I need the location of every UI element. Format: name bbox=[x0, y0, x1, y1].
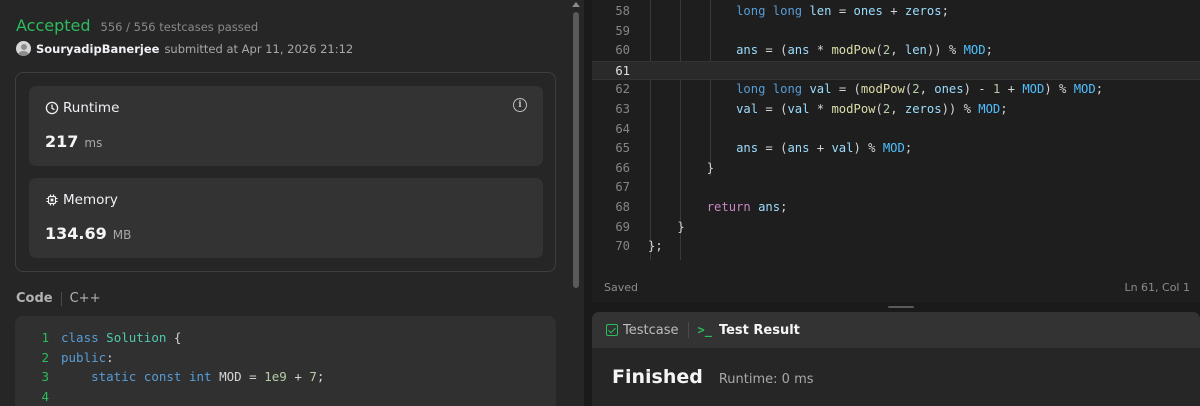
line-number: 2 bbox=[41, 349, 49, 365]
editor-line[interactable]: 66 } bbox=[592, 159, 1200, 179]
submission-panel: Accepted 556 / 556 testcases passed Sour… bbox=[0, 0, 584, 406]
tab-test-result[interactable]: >_ Test Result bbox=[698, 323, 800, 338]
tab-testcase[interactable]: Testcase bbox=[606, 323, 679, 338]
code-text: }; bbox=[648, 239, 663, 254]
editor-line[interactable]: 58 long long len = ones + zeros; bbox=[592, 2, 1200, 22]
runtime-unit: ms bbox=[84, 136, 103, 150]
code-line: 3 static const int MOD = 1e9 + 7; bbox=[15, 367, 556, 387]
panel-divider[interactable] bbox=[584, 0, 592, 406]
memory-unit: MB bbox=[112, 228, 132, 242]
cursor-position[interactable]: Ln 61, Col 1 bbox=[1124, 281, 1190, 294]
result-runtime: Runtime: 0 ms bbox=[718, 372, 814, 387]
code-text: long long val = (modPow(2, ones) - 1 + M… bbox=[736, 82, 1104, 97]
code-line: 1 class Solution { bbox=[15, 328, 556, 348]
editor-line[interactable]: 62 long long val = (modPow(2, ones) - 1 … bbox=[592, 80, 1200, 100]
checkbox-icon bbox=[606, 324, 618, 336]
line-number: 69 bbox=[615, 219, 630, 234]
editor-line[interactable]: 70 }; bbox=[592, 237, 1200, 257]
line-number: 59 bbox=[615, 23, 630, 38]
code-header: Code C++ bbox=[16, 291, 100, 306]
editor-line[interactable]: 60 ans = (ans * modPow(2, len)) % MOD; bbox=[592, 41, 1200, 61]
code-label: Code bbox=[16, 291, 53, 306]
language-label: C++ bbox=[69, 291, 101, 306]
editor-line[interactable]: 68 return ans; bbox=[592, 198, 1200, 218]
line-number: 61 bbox=[615, 63, 630, 78]
runtime-value: 217 bbox=[45, 132, 79, 151]
editor-line[interactable]: 67 bbox=[592, 178, 1200, 198]
code-editor[interactable]: 58 long long len = ones + zeros; 59 60 a… bbox=[592, 0, 1200, 302]
test-panel: Testcase >_ Test Result Finished Runtime… bbox=[592, 312, 1200, 406]
memory-value: 134.69 bbox=[45, 224, 107, 243]
line-number: 63 bbox=[615, 101, 630, 116]
scrollbar[interactable] bbox=[573, 12, 579, 288]
status-row: Accepted 556 / 556 testcases passed bbox=[16, 16, 258, 35]
line-number: 4 bbox=[41, 388, 49, 404]
editor-line[interactable]: 59 bbox=[592, 22, 1200, 42]
code-text: } bbox=[648, 160, 715, 175]
line-number: 65 bbox=[615, 141, 630, 156]
line-number: 60 bbox=[615, 43, 630, 58]
code-text: public: bbox=[61, 349, 114, 365]
clock-icon bbox=[45, 101, 59, 115]
line-number: 67 bbox=[615, 180, 630, 195]
tab-test-result-label: Test Result bbox=[718, 322, 800, 338]
editor-status-bar: Saved Ln 61, Col 1 bbox=[592, 272, 1200, 302]
line-number: 3 bbox=[41, 369, 49, 384]
stats-container: Runtime i 217 ms Memory 134.69 MB bbox=[15, 72, 556, 272]
runtime-card[interactable]: Runtime i 217 ms bbox=[29, 86, 543, 166]
memory-label: Memory bbox=[63, 192, 118, 208]
code-line: 4 bbox=[15, 387, 556, 406]
terminal-icon: >_ bbox=[697, 323, 712, 337]
code-text: ans = (ans + val) % MOD; bbox=[736, 141, 913, 156]
tab-divider bbox=[687, 322, 689, 338]
info-icon[interactable]: i bbox=[513, 98, 527, 112]
username[interactable]: SouryadipBanerjee bbox=[36, 42, 159, 56]
line-number: 64 bbox=[615, 121, 630, 136]
code-text: return ans; bbox=[706, 199, 788, 214]
code-text: val = (val * modPow(2, zeros)) % MOD; bbox=[736, 101, 1008, 116]
active-editor-line[interactable]: 61 bbox=[592, 60, 1200, 81]
scroll-up-arrow[interactable] bbox=[572, 2, 580, 7]
code-text: class Solution { bbox=[61, 330, 182, 345]
status-accepted: Accepted bbox=[16, 16, 91, 35]
line-number: 62 bbox=[615, 82, 630, 97]
code-text: } bbox=[648, 219, 685, 234]
line-number: 68 bbox=[615, 199, 630, 214]
drag-handle-icon[interactable] bbox=[888, 306, 914, 308]
code-text: long long len = ones + zeros; bbox=[736, 4, 949, 18]
editor-line[interactable]: 69 } bbox=[592, 218, 1200, 238]
divider bbox=[60, 291, 62, 306]
editor-line[interactable]: 63 val = (val * modPow(2, zeros)) % MOD; bbox=[592, 100, 1200, 120]
code-text: static const int MOD = 1e9 + 7; bbox=[91, 369, 325, 384]
line-number: 66 bbox=[615, 160, 630, 175]
editor-line[interactable]: 64 bbox=[592, 120, 1200, 140]
editor-line[interactable]: 65 ans = (ans + val) % MOD; bbox=[592, 139, 1200, 159]
chip-icon bbox=[46, 194, 58, 206]
submitted-at: submitted at Apr 11, 2026 21:12 bbox=[164, 41, 354, 56]
avatar[interactable] bbox=[16, 41, 31, 56]
line-number: 70 bbox=[615, 239, 630, 254]
saved-status: Saved bbox=[604, 280, 638, 294]
memory-card[interactable]: Memory 134.69 MB bbox=[29, 178, 543, 258]
testcases-passed: 556 / 556 testcases passed bbox=[100, 20, 259, 34]
line-number: 58 bbox=[615, 4, 630, 18]
code-text: ans = (ans * modPow(2, len)) % MOD; bbox=[736, 43, 993, 58]
result-title: Finished bbox=[612, 366, 703, 388]
test-tabs: Testcase >_ Test Result bbox=[592, 312, 1200, 348]
code-line: 2 public: bbox=[15, 348, 556, 368]
line-number: 1 bbox=[41, 330, 49, 345]
tab-testcase-label: Testcase bbox=[623, 322, 679, 338]
editor-lines[interactable]: 58 long long len = ones + zeros; 59 60 a… bbox=[592, 2, 1200, 257]
result-row: Finished Runtime: 0 ms bbox=[612, 366, 814, 388]
submitted-code: 1 class Solution { 2 public: 3 static cons… bbox=[15, 316, 556, 406]
runtime-label: Runtime bbox=[63, 100, 120, 116]
submitter-row: SouryadipBanerjee submitted at Apr 11, 2… bbox=[16, 41, 353, 56]
